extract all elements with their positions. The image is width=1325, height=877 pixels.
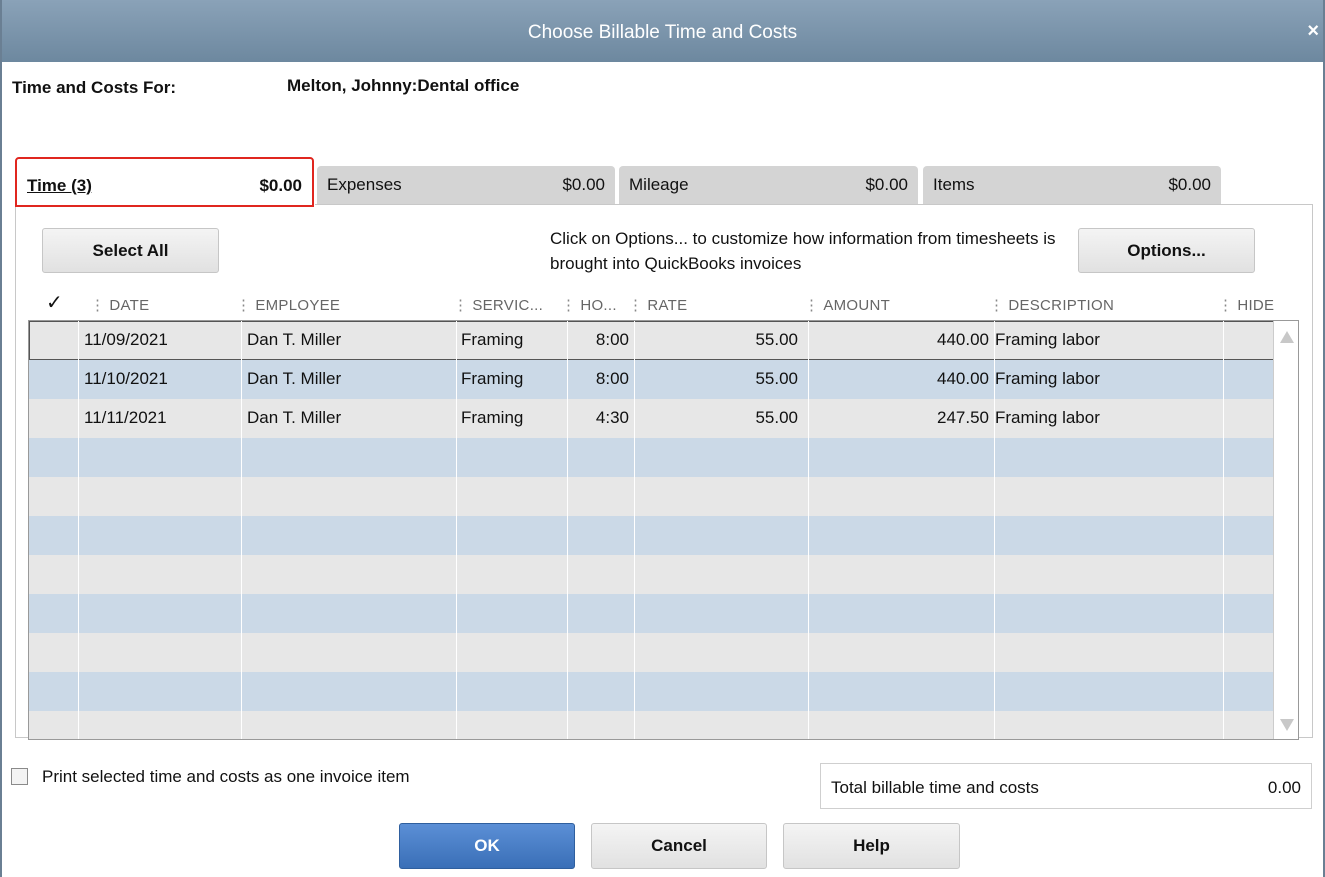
cell-employee: Dan T. Miller [247, 369, 342, 388]
tab-mileage[interactable]: Mileage $0.00 [619, 166, 918, 204]
empty-row [29, 555, 1275, 594]
ok-button[interactable]: OK [399, 823, 575, 869]
tab-items-amount: $0.00 [1168, 175, 1211, 194]
cell-amount: 247.50 [937, 408, 989, 427]
tab-mileage-label: Mileage [629, 175, 689, 194]
column-header-service[interactable]: ⋮ SERVIC... [453, 296, 543, 314]
vertical-scrollbar[interactable] [1273, 321, 1298, 739]
row-focus-outline [29, 321, 1275, 360]
tab-expenses-label: Expenses [327, 175, 402, 194]
options-button[interactable]: Options... [1078, 228, 1255, 273]
tab-mileage-amount: $0.00 [865, 175, 908, 194]
tab-items[interactable]: Items $0.00 [923, 166, 1221, 204]
table-row[interactable]: 11/09/2021 Dan T. Miller Framing 8:00 55… [29, 321, 1275, 360]
column-divider [634, 321, 635, 739]
tab-time-amount: $0.00 [259, 176, 302, 195]
column-divider [78, 321, 79, 739]
empty-row [29, 711, 1275, 739]
column-header-amount[interactable]: ⋮ AMOUNT [804, 296, 890, 314]
column-divider [241, 321, 242, 739]
cell-date: 11/10/2021 [84, 369, 168, 388]
check-column-header-icon: ✓ [46, 292, 64, 314]
empty-row [29, 438, 1275, 477]
total-billable-value: 0.00 [1267, 778, 1301, 797]
cell-date: 11/11/2021 [84, 408, 167, 427]
empty-row [29, 633, 1275, 672]
tab-items-label: Items [933, 175, 975, 194]
cell-rate: 55.00 [755, 369, 798, 388]
cell-rate: 55.00 [755, 408, 798, 427]
column-header-date[interactable]: ⋮ DATE [90, 296, 149, 314]
cell-service: Framing [461, 408, 524, 427]
empty-row [29, 594, 1275, 633]
cell-amount: 440.00 [937, 369, 989, 388]
cell-description: Framing labor [995, 369, 1100, 388]
total-billable-label: Total billable time and costs [831, 778, 1039, 797]
empty-row [29, 477, 1275, 516]
scroll-down-arrow-icon[interactable] [1280, 719, 1294, 731]
tab-expenses-amount: $0.00 [562, 175, 605, 194]
table-row[interactable]: 11/10/2021 Dan T. Miller Framing 8:00 55… [29, 360, 1275, 399]
time-costs-for-label: Time and Costs For: [12, 78, 177, 97]
print-as-one-item-label[interactable]: Print selected time and costs as one inv… [42, 767, 410, 787]
customer-job-value: Melton, Johnny:Dental office [287, 76, 520, 95]
empty-row [29, 516, 1275, 555]
cell-hours: 8:00 [595, 369, 629, 388]
tab-time[interactable]: Time (3) $0.00 [15, 157, 314, 207]
total-billable-box: Total billable time and costs 0.00 [820, 763, 1312, 809]
options-hint-text: Click on Options... to customize how inf… [550, 229, 1056, 273]
column-divider [456, 321, 457, 739]
column-header-description[interactable]: ⋮ DESCRIPTION [989, 296, 1114, 314]
time-entries-table: 11/09/2021 Dan T. Miller Framing 8:00 55… [28, 320, 1299, 740]
cell-service: Framing [461, 369, 524, 388]
column-divider [808, 321, 809, 739]
tab-time-label: Time (3) [27, 176, 92, 195]
help-button[interactable]: Help [783, 823, 960, 869]
cell-employee: Dan T. Miller [247, 408, 342, 427]
empty-row [29, 672, 1275, 711]
column-header-employee[interactable]: ⋮ EMPLOYEE [236, 296, 340, 314]
column-divider [1223, 321, 1224, 739]
table-row[interactable]: 11/11/2021 Dan T. Miller Framing 4:30 55… [29, 399, 1275, 438]
column-header-hide[interactable]: ⋮ HIDE [1218, 296, 1274, 314]
cell-hours: 4:30 [595, 408, 629, 427]
column-divider [567, 321, 568, 739]
dialog-window: Choose Billable Time and Costs × Time an… [0, 0, 1325, 877]
close-icon[interactable]: × [1307, 20, 1319, 43]
print-as-one-item-checkbox[interactable] [11, 768, 28, 785]
window-title: Choose Billable Time and Costs [527, 22, 798, 43]
scroll-up-arrow-icon[interactable] [1280, 331, 1294, 343]
cell-description: Framing labor [995, 408, 1100, 427]
select-all-button[interactable]: Select All [42, 228, 219, 273]
tab-expenses[interactable]: Expenses $0.00 [317, 166, 615, 204]
column-header-rate[interactable]: ⋮ RATE [628, 296, 687, 314]
column-header-hours[interactable]: ⋮ HO... [561, 296, 617, 314]
title-bar: Choose Billable Time and Costs × [2, 0, 1323, 62]
cancel-button[interactable]: Cancel [591, 823, 767, 869]
column-divider [994, 321, 995, 739]
